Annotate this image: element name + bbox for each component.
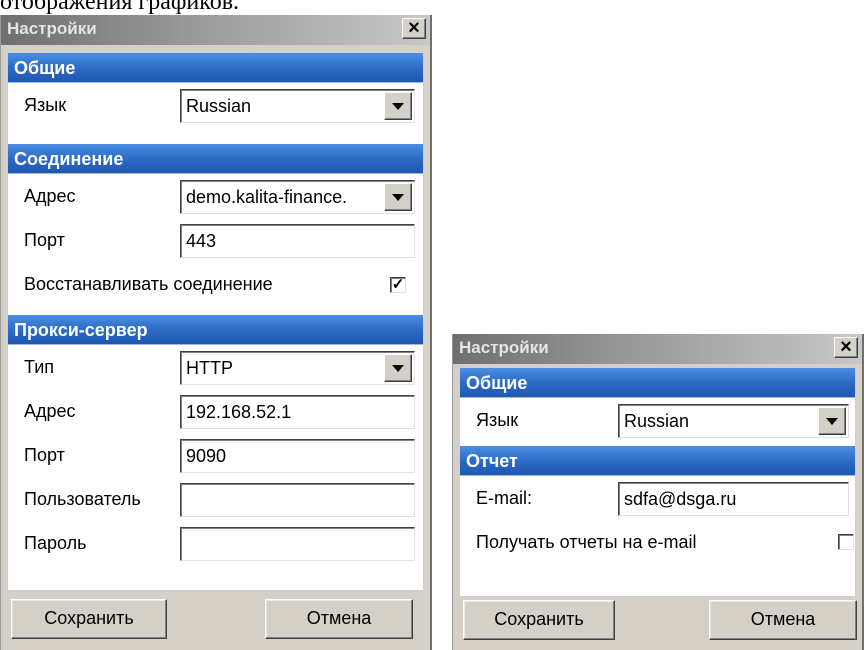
language-label: Язык <box>476 410 519 430</box>
proxy-user-label: Пользователь <box>24 489 141 509</box>
settings-dialog-report: Настройки × Общие Язык Russian Отчет E-m… <box>452 334 864 650</box>
restore-connection-label: Восстанавливать соединение <box>24 274 273 294</box>
proxy-address-input[interactable]: 192.168.52.1 <box>180 395 415 429</box>
address-label: Адрес <box>24 186 76 206</box>
cancel-button[interactable]: Отмена <box>709 600 857 640</box>
proxy-type-label: Тип <box>24 357 55 377</box>
language-dropdown-button[interactable] <box>818 407 846 435</box>
proxy-port-input[interactable]: 9090 <box>180 439 415 473</box>
port-label: Порт <box>24 230 65 250</box>
proxy-address-label: Адрес <box>24 401 76 421</box>
proxy-address-value: 192.168.52.1 <box>186 402 292 422</box>
port-value: 443 <box>186 231 217 251</box>
close-button[interactable]: × <box>402 18 426 39</box>
row-proxy-password: Пароль <box>8 521 423 565</box>
row-proxy-user: Пользователь <box>8 477 423 522</box>
proxy-password-label: Пароль <box>24 533 87 553</box>
section-header-connection: Соединение <box>8 144 423 174</box>
language-select[interactable]: Russian <box>180 89 415 123</box>
dropdown-arrow-icon <box>392 194 404 201</box>
restore-connection-checkbox[interactable]: ✓ <box>390 277 406 293</box>
row-port: Порт 443 <box>8 218 423 263</box>
row-proxy-address: Адрес 192.168.52.1 <box>8 389 423 434</box>
row-email: E-mail: sdfa@dsga.ru <box>460 476 855 521</box>
proxy-port-value: 9090 <box>186 446 227 466</box>
row-proxy-port: Порт 9090 <box>8 433 423 478</box>
dialog-title: Настройки <box>459 338 549 357</box>
close-icon: × <box>840 336 852 358</box>
receive-reports-checkbox[interactable] <box>838 534 854 550</box>
row-proxy-type: Тип HTTP <box>8 345 423 390</box>
row-restore-connection: Восстанавливать соединение ✓ <box>8 262 423 306</box>
section-header-proxy: Прокси-сервер <box>8 315 423 345</box>
language-value: Russian <box>624 411 690 431</box>
title-bar[interactable]: Настройки × <box>1 15 430 45</box>
language-value: Russian <box>186 96 252 116</box>
language-label: Язык <box>24 95 67 115</box>
dropdown-arrow-icon <box>392 103 404 110</box>
language-select[interactable]: Russian <box>618 404 849 438</box>
close-icon: × <box>408 17 420 39</box>
receive-reports-label: Получать отчеты на e-mail <box>476 532 697 552</box>
cancel-button[interactable]: Отмена <box>265 599 413 639</box>
email-label: E-mail: <box>476 488 533 508</box>
proxy-type-value: HTTP <box>186 358 233 378</box>
proxy-type-select[interactable]: HTTP <box>180 351 415 385</box>
row-language: Язык Russian <box>8 83 423 127</box>
email-input[interactable]: sdfa@dsga.ru <box>618 482 849 516</box>
save-button[interactable]: Сохранить <box>11 599 167 639</box>
row-address: Адрес demo.kalita-finance. <box>8 174 423 219</box>
settings-panel: Общие Язык Russian Соединение Адрес demo… <box>8 53 423 590</box>
dialog-title: Настройки <box>7 19 97 38</box>
proxy-user-input[interactable] <box>180 483 415 517</box>
email-value: sdfa@dsga.ru <box>624 489 737 509</box>
proxy-type-dropdown-button[interactable] <box>384 354 412 382</box>
address-combobox[interactable]: demo.kalita-finance. <box>180 180 415 214</box>
section-header-general: Общие <box>460 368 855 398</box>
proxy-port-label: Порт <box>24 445 65 465</box>
address-dropdown-button[interactable] <box>384 183 412 211</box>
dropdown-arrow-icon <box>826 418 838 425</box>
settings-panel: Общие Язык Russian Отчет E-mail: sdfa@ds… <box>460 368 855 596</box>
row-receive-reports: Получать отчеты на e-mail <box>460 520 855 564</box>
proxy-password-input[interactable] <box>180 527 415 561</box>
checkmark-icon: ✓ <box>391 276 405 293</box>
section-header-general: Общие <box>8 53 423 83</box>
port-input[interactable]: 443 <box>180 224 415 258</box>
language-dropdown-button[interactable] <box>384 92 412 120</box>
row-language: Язык Russian <box>460 398 855 442</box>
dropdown-arrow-icon <box>392 365 404 372</box>
save-button[interactable]: Сохранить <box>463 600 615 640</box>
title-bar[interactable]: Настройки × <box>453 334 862 364</box>
section-header-report: Отчет <box>460 446 855 476</box>
close-button[interactable]: × <box>834 337 858 358</box>
address-value: demo.kalita-finance. <box>186 187 348 207</box>
settings-dialog-connection: Настройки × Общие Язык Russian Соединени… <box>0 15 432 650</box>
